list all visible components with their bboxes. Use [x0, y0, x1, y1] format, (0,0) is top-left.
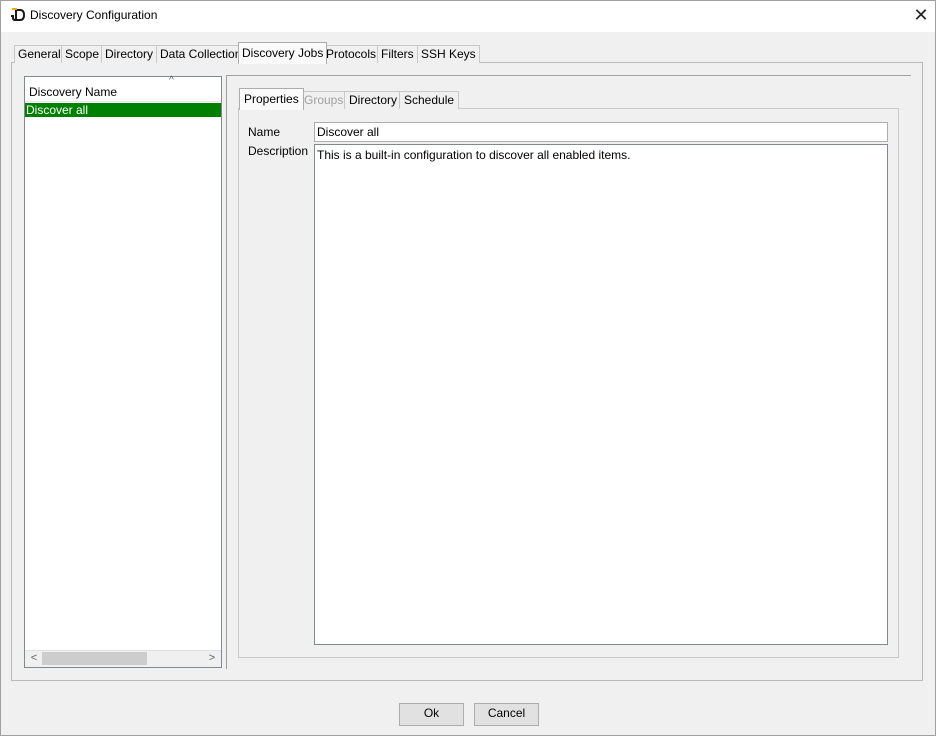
- close-icon[interactable]: ✕: [908, 2, 934, 28]
- tab-scope[interactable]: Scope: [61, 45, 104, 63]
- description-textarea[interactable]: This is a built-in configuration to disc…: [314, 144, 888, 645]
- tab-discovery-jobs[interactable]: Discovery Jobs: [238, 42, 328, 64]
- name-label: Name: [248, 125, 281, 139]
- tab-directory[interactable]: Directory: [101, 45, 158, 63]
- description-label: Description: [248, 144, 309, 158]
- scrollbar-thumb[interactable]: [42, 652, 147, 665]
- scroll-right-icon[interactable]: >: [205, 651, 219, 666]
- name-field[interactable]: Discover all: [314, 122, 888, 142]
- discovery-list[interactable]: [24, 76, 222, 668]
- list-item[interactable]: Discover all: [25, 103, 221, 117]
- sort-ascending-icon: ^: [169, 75, 174, 86]
- scroll-left-icon[interactable]: <: [27, 651, 41, 666]
- ok-button[interactable]: Ok: [399, 703, 464, 726]
- jd-logo-icon: [10, 7, 26, 23]
- tab-ssh-keys[interactable]: SSH Keys: [417, 45, 480, 63]
- tab-inner-directory[interactable]: Directory: [344, 91, 403, 109]
- tab-groups: Groups: [299, 91, 349, 109]
- tab-protocols[interactable]: Protocols: [322, 45, 381, 63]
- column-header-label: Discovery Name: [29, 85, 118, 99]
- window-title: Discovery Configuration: [30, 8, 158, 22]
- tab-data-collection[interactable]: Data Collection: [156, 45, 246, 63]
- tab-properties[interactable]: Properties: [239, 88, 304, 110]
- cancel-button[interactable]: Cancel: [474, 703, 539, 726]
- tab-schedule[interactable]: Schedule: [399, 91, 460, 109]
- tab-general[interactable]: General: [14, 45, 65, 63]
- tab-filters[interactable]: Filters: [377, 45, 418, 63]
